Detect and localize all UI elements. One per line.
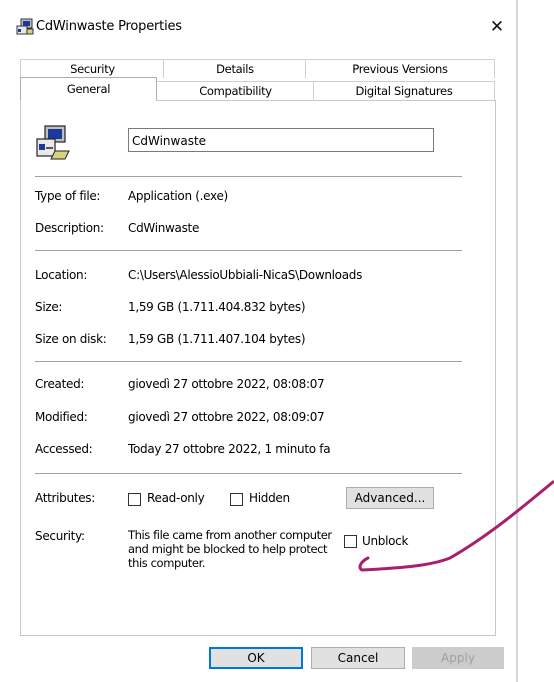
hidden-checkbox[interactable] — [230, 493, 243, 506]
close-icon[interactable]: ✕ — [484, 14, 510, 40]
size-on-disk-label: Size on disk: — [35, 332, 107, 346]
size-on-disk-value: 1,59 GB (1.711.407.104 bytes) — [128, 332, 306, 346]
created-label: Created: — [35, 377, 85, 391]
security-label: Security: — [35, 529, 85, 543]
apply-button: Apply — [412, 647, 504, 669]
location-value: C:\Users\AlessioUbbiali-NicaS\Downloads — [128, 268, 363, 282]
annotation-arrow-stroke — [358, 480, 554, 572]
created-value: giovedì 27 ottobre 2022, 08:08:07 — [128, 377, 325, 391]
separator — [35, 250, 462, 251]
tab-previous-versions[interactable]: Previous Versions — [305, 59, 495, 78]
separator — [35, 176, 462, 177]
ok-button[interactable]: OK — [209, 647, 303, 669]
window-title: CdWinwaste Properties — [36, 19, 182, 34]
modified-label: Modified: — [35, 410, 88, 424]
separator — [35, 361, 462, 362]
tab-general[interactable]: General — [20, 77, 157, 101]
size-value: 1,59 GB (1.711.404.832 bytes) — [128, 300, 306, 314]
title-bar[interactable]: CdWinwaste Properties ✕ — [0, 0, 516, 50]
app-icon — [16, 18, 34, 36]
modified-value: giovedì 27 ottobre 2022, 08:09:07 — [128, 410, 325, 424]
tab-security[interactable]: Security — [20, 59, 165, 78]
security-message: This file came from another computer and… — [128, 528, 332, 570]
accessed-label: Accessed: — [35, 442, 93, 456]
read-only-checkbox[interactable] — [128, 493, 141, 506]
attributes-label: Attributes: — [35, 491, 95, 505]
program-icon — [35, 125, 71, 161]
description-label: Description: — [35, 221, 104, 235]
type-of-file-value: Application (.exe) — [128, 189, 228, 203]
tab-details[interactable]: Details — [163, 59, 307, 78]
hidden-label[interactable]: Hidden — [249, 491, 290, 505]
file-name-field[interactable]: CdWinwaste — [128, 128, 434, 152]
size-label: Size: — [35, 300, 63, 314]
tab-digital-signatures[interactable]: Digital Signatures — [313, 81, 495, 101]
accessed-value: Today 27 ottobre 2022, 1 minuto fa — [128, 442, 331, 456]
location-label: Location: — [35, 268, 88, 282]
description-value: CdWinwaste — [128, 221, 200, 235]
cancel-button[interactable]: Cancel — [311, 647, 405, 669]
separator — [35, 473, 462, 474]
type-of-file-label: Type of file: — [35, 189, 101, 203]
read-only-label[interactable]: Read-only — [147, 491, 205, 505]
tab-compatibility[interactable]: Compatibility — [156, 81, 315, 101]
